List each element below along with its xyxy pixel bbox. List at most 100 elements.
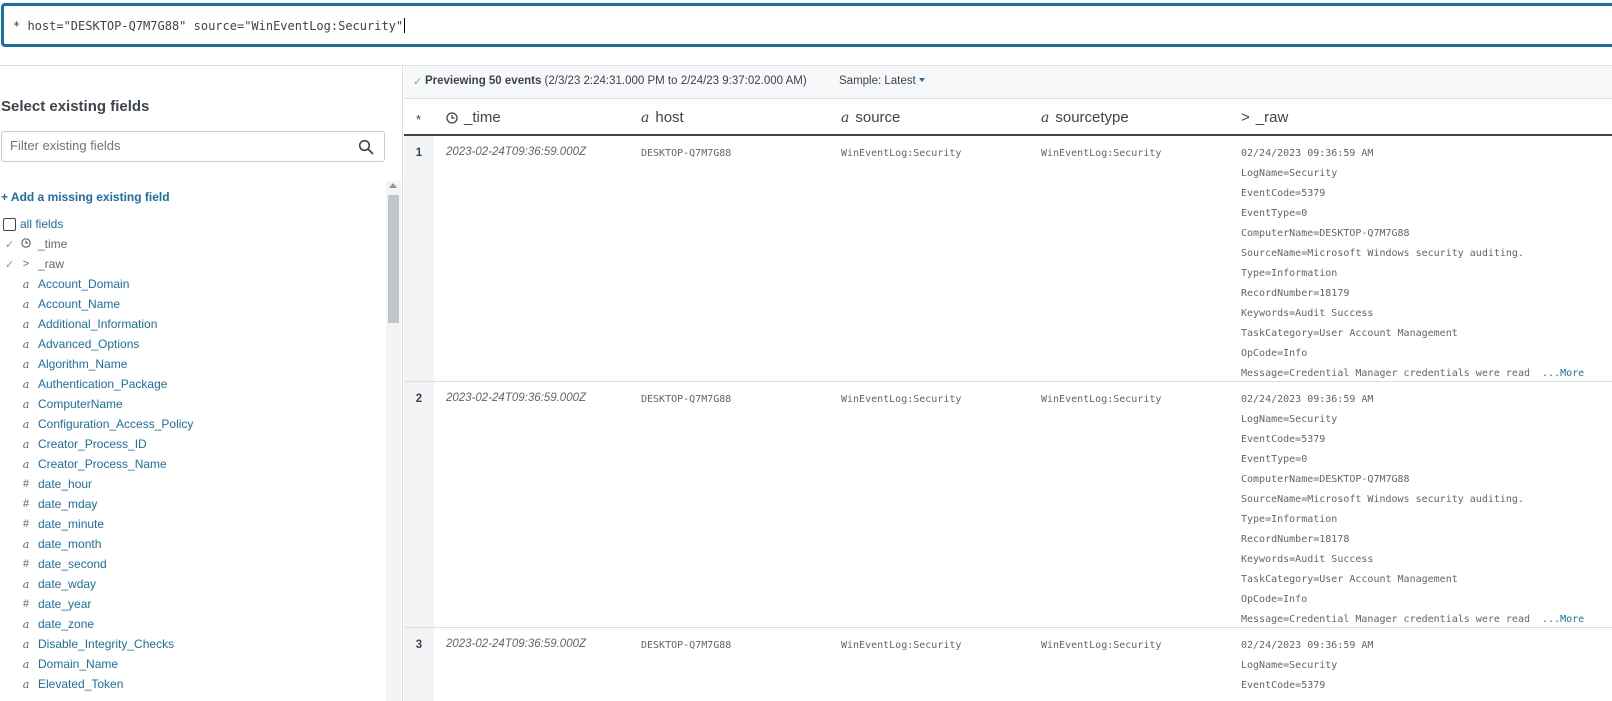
string-type-icon: a xyxy=(22,637,30,651)
sample-dropdown[interactable]: Sample: Latest xyxy=(839,75,925,87)
all-fields-checkbox[interactable] xyxy=(3,217,16,231)
string-type-icon: a xyxy=(1041,109,1050,126)
field-item[interactable]: a ComputerName xyxy=(0,394,386,414)
event-time: 2023-02-24T09:36:59.000Z xyxy=(446,146,587,158)
search-bar-area: * host="DESKTOP-Q7M7G88" source="WinEven… xyxy=(0,0,1612,50)
field-name: Creator_Process_ID xyxy=(38,437,147,451)
add-missing-field-link[interactable]: + Add a missing existing field xyxy=(1,190,170,204)
event-source: WinEventLog:Security xyxy=(841,148,962,159)
raw-line: LogName=Security xyxy=(1241,660,1373,680)
field-item[interactable]: a Account_Domain xyxy=(0,274,386,294)
raw-line: ComputerName=DESKTOP-Q7M7G88 xyxy=(1241,228,1584,248)
field-item[interactable]: a Elevated_Token xyxy=(0,674,386,694)
field-item[interactable]: # date_year xyxy=(0,594,386,614)
raw-line: RecordNumber=18179 xyxy=(1241,288,1584,308)
field-item[interactable]: a Disable_Integrity_Checks xyxy=(0,634,386,654)
raw-line-text: RecordNumber=18179 xyxy=(1241,288,1350,299)
event-raw: 02/24/2023 09:36:59 AM LogName=Security Ev… xyxy=(1241,640,1373,700)
event-index[interactable]: 2 xyxy=(404,382,434,627)
field-name: Domain_Name xyxy=(38,657,119,671)
column-header-raw[interactable]: > _raw xyxy=(1241,109,1288,126)
raw-line: EventCode=5379 xyxy=(1241,680,1373,700)
all-fields-row[interactable]: all fields xyxy=(0,214,386,234)
string-type-icon: a xyxy=(22,397,30,411)
more-link[interactable]: ...More xyxy=(1542,368,1584,379)
string-type-icon: a xyxy=(22,357,30,371)
field-item[interactable]: a Authentication_Package xyxy=(0,374,386,394)
event-index[interactable]: 3 xyxy=(404,628,434,701)
events-preview-panel: ✓ Previewing 50 events (2/3/23 2:24:31.0… xyxy=(404,66,1612,701)
raw-type-icon: > xyxy=(1241,109,1250,126)
search-query-input[interactable]: * host="DESKTOP-Q7M7G88" source="WinEven… xyxy=(1,3,1612,47)
text-caret xyxy=(404,18,406,33)
search-icon[interactable] xyxy=(358,139,374,155)
field-item[interactable]: a Additional_Information xyxy=(0,314,386,334)
raw-line-text: Type=Information xyxy=(1241,514,1338,525)
field-item[interactable]: a Creator_Process_ID xyxy=(0,434,386,454)
raw-line: OpCode=Info xyxy=(1241,348,1584,368)
field-item[interactable]: a Algorithm_Name xyxy=(0,354,386,374)
field-name: Additional_Information xyxy=(38,317,158,331)
field-item[interactable]: ✓ _time xyxy=(0,234,386,254)
field-item[interactable]: a Account_Name xyxy=(0,294,386,314)
column-header-time[interactable]: _time xyxy=(446,109,501,126)
sample-label: Sample: Latest xyxy=(839,75,916,87)
field-item[interactable]: ✓ > _raw xyxy=(0,254,386,274)
field-name: Configuration_Access_Policy xyxy=(38,417,194,431)
field-item[interactable]: a Creator_Process_Name xyxy=(0,454,386,474)
column-header-source[interactable]: a source xyxy=(841,109,900,126)
field-item[interactable]: a Configuration_Access_Policy xyxy=(0,414,386,434)
field-item[interactable]: a date_zone xyxy=(0,614,386,634)
more-link[interactable]: ...More xyxy=(1542,614,1584,625)
field-name: Account_Domain xyxy=(38,277,130,291)
number-type-icon: # xyxy=(22,478,30,490)
column-header-host[interactable]: a host xyxy=(641,109,684,126)
preview-count: Previewing 50 events xyxy=(425,75,542,87)
event-raw: 02/24/2023 09:36:59 AM LogName=Security Ev… xyxy=(1241,394,1584,634)
raw-line-text: OpCode=Info xyxy=(1241,348,1308,359)
scrollbar-thumb[interactable] xyxy=(388,195,399,323)
string-type-icon: a xyxy=(641,109,650,126)
raw-line: TaskCategory=User Account Management xyxy=(1241,328,1584,348)
field-name: _raw xyxy=(38,257,65,271)
field-list: all fields ✓ _time ✓ > _raw a Account_Domain a A… xyxy=(0,214,386,701)
caret-down-icon xyxy=(918,78,925,82)
checkmark-icon: ✓ xyxy=(4,258,15,271)
panel-divider xyxy=(0,50,1612,66)
filter-fields-box[interactable] xyxy=(1,131,385,162)
raw-line-text: RecordNumber=18178 xyxy=(1241,534,1350,545)
string-type-icon: a xyxy=(22,277,30,291)
field-item[interactable]: a Advanced_Options xyxy=(0,334,386,354)
field-item[interactable]: a Domain_Name xyxy=(0,654,386,674)
raw-line-text: ComputerName=DESKTOP-Q7M7G88 xyxy=(1241,228,1410,239)
field-item[interactable]: # date_mday xyxy=(0,494,386,514)
event-time: 2023-02-24T09:36:59.000Z xyxy=(446,392,587,404)
field-item[interactable]: a date_month xyxy=(0,534,386,554)
column-header-sourcetype[interactable]: a sourcetype xyxy=(1041,109,1129,126)
string-type-icon: a xyxy=(22,677,30,691)
number-type-icon: # xyxy=(22,598,30,610)
raw-type-icon: > xyxy=(22,258,30,270)
raw-line-text: EventCode=5379 xyxy=(1241,434,1326,445)
raw-line: Type=Information xyxy=(1241,268,1584,288)
field-item[interactable]: # date_second xyxy=(0,554,386,574)
field-item[interactable]: # date_minute xyxy=(0,514,386,534)
raw-line-text: SourceName=Microsoft Windows security au… xyxy=(1241,248,1524,259)
raw-line: OpCode=Info xyxy=(1241,594,1584,614)
raw-line-text: LogName=Security xyxy=(1241,168,1338,179)
scroll-up-arrow-icon[interactable] xyxy=(389,183,397,188)
field-item[interactable]: a date_wday xyxy=(0,574,386,594)
field-name: Elevated_Token xyxy=(38,677,124,691)
event-index[interactable]: 1 xyxy=(404,136,434,381)
filter-fields-input[interactable] xyxy=(10,138,350,153)
string-type-icon: a xyxy=(22,537,30,551)
preview-status-bar: ✓ Previewing 50 events (2/3/23 2:24:31.0… xyxy=(404,66,1612,99)
field-name: date_month xyxy=(38,537,102,551)
field-list-scrollbar[interactable] xyxy=(386,181,401,701)
field-name: date_wday xyxy=(38,577,97,591)
field-item[interactable]: # date_hour xyxy=(0,474,386,494)
event-raw: 02/24/2023 09:36:59 AM LogName=Security Ev… xyxy=(1241,148,1584,388)
number-type-icon: # xyxy=(22,558,30,570)
raw-line-text: Keywords=Audit Success xyxy=(1241,308,1374,319)
string-type-icon: a xyxy=(22,617,30,631)
